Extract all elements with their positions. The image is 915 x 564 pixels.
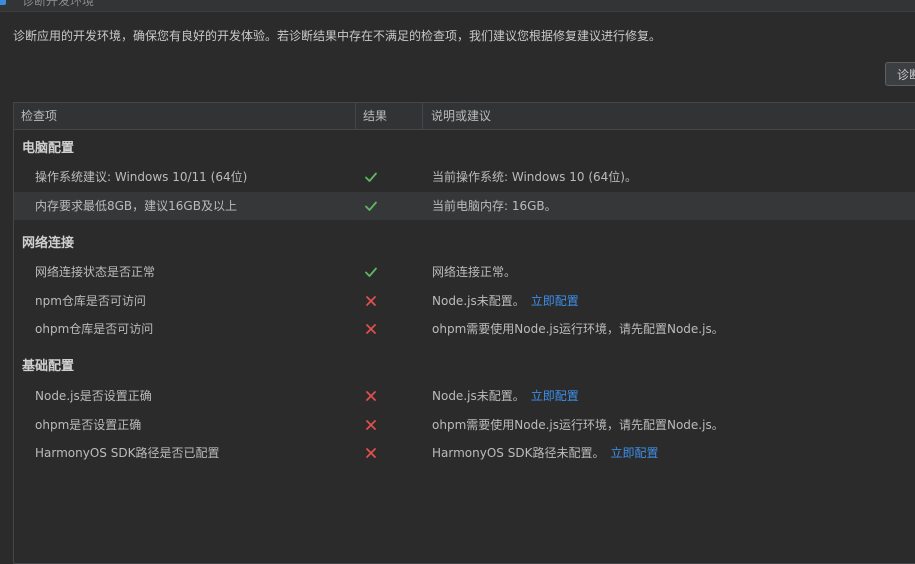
description-text: HarmonyOS SDK路径未配置。 — [432, 446, 605, 460]
result-description: ohpm需要使用Node.js运行环境，请先配置Node.js。 — [432, 411, 724, 439]
check-item-label: HarmonyOS SDK路径是否已配置 — [35, 446, 220, 460]
check-item-label: Node.js是否设置正确 — [35, 389, 152, 403]
table-row[interactable]: 网络连接状态是否正常 网络连接正常。 — [14, 258, 915, 286]
cross-icon — [364, 418, 378, 432]
diagnosis-description: 诊断应用的开发环境，确保您有良好的开发体验。若诊断结果中存在不满足的检查项，我们… — [13, 29, 662, 43]
check-item-label: 网络连接状态是否正常 — [35, 265, 156, 279]
cross-icon — [364, 322, 378, 336]
diagnosis-table: 检查项 结果 说明或建议 电脑配置操作系统建议: Windows 10/11 (… — [13, 102, 915, 564]
check-item-label: ohpm仓库是否可访问 — [35, 322, 154, 336]
app-logo-icon — [0, 0, 6, 5]
description-text: Node.js未配置。 — [432, 293, 525, 308]
check-icon — [364, 265, 378, 279]
table-row[interactable]: HarmonyOS SDK路径是否已配置 HarmonyOS SDK路径未配置。立… — [14, 439, 915, 467]
result-description: Node.js未配置。 立即配置 — [432, 287, 579, 315]
table-row[interactable]: ohpm仓库是否可访问 ohpm需要使用Node.js运行环境，请先配置Node.… — [14, 315, 915, 343]
cross-icon — [364, 389, 378, 403]
cross-icon — [364, 294, 378, 308]
result-description: 网络连接正常。 — [432, 258, 516, 286]
group-header: 基础配置 — [22, 359, 75, 374]
column-divider[interactable] — [355, 103, 356, 129]
column-divider[interactable] — [422, 103, 423, 129]
diagnose-button[interactable]: 诊断 — [885, 62, 915, 86]
column-header-item[interactable]: 检查项 — [21, 103, 57, 129]
result-description: ohpm需要使用Node.js运行环境，请先配置Node.js。 — [432, 315, 724, 343]
group-header: 网络连接 — [22, 236, 75, 251]
window-title: 诊断开发环境 — [22, 0, 95, 8]
result-description: 当前电脑内存: 16GB。 — [432, 192, 557, 220]
description-text: 当前操作系统: Windows 10 (64位)。 — [432, 170, 637, 184]
result-description: 当前操作系统: Windows 10 (64位)。 — [432, 163, 637, 191]
table-row[interactable]: 内存要求最低8GB，建议16GB及以上 当前电脑内存: 16GB。 — [14, 192, 915, 220]
table-row[interactable]: Node.js是否设置正确 Node.js未配置。 立即配置 — [14, 382, 915, 410]
check-item-label: 内存要求最低8GB，建议16GB及以上 — [35, 199, 237, 213]
table-row[interactable]: npm仓库是否可访问 Node.js未配置。 立即配置 — [14, 287, 915, 315]
title-bar: 诊断开发环境 — [0, 0, 915, 12]
table-row[interactable]: 操作系统建议: Windows 10/11 (64位) 当前操作系统: Windo… — [14, 163, 915, 191]
table-header: 检查项 结果 说明或建议 — [14, 103, 915, 130]
configure-now-link[interactable]: 立即配置 — [531, 389, 579, 403]
description-text: ohpm需要使用Node.js运行环境，请先配置Node.js。 — [432, 322, 724, 336]
description-text: ohpm需要使用Node.js运行环境，请先配置Node.js。 — [432, 417, 724, 432]
configure-now-link[interactable]: 立即配置 — [610, 446, 658, 460]
description-text: Node.js未配置。 — [432, 389, 525, 403]
group-header: 电脑配置 — [22, 141, 75, 156]
result-description: HarmonyOS SDK路径未配置。 立即配置 — [432, 439, 658, 467]
cross-icon — [364, 446, 378, 460]
column-header-description[interactable]: 说明或建议 — [431, 103, 491, 129]
check-icon — [364, 199, 378, 213]
check-item-label: npm仓库是否可访问 — [35, 293, 146, 308]
check-item-label: ohpm是否设置正确 — [35, 417, 142, 432]
column-header-result[interactable]: 结果 — [363, 103, 387, 129]
check-item-label: 操作系统建议: Windows 10/11 (64位) — [35, 170, 248, 184]
description-text: 当前电脑内存: 16GB。 — [432, 199, 557, 213]
description-text: 网络连接正常。 — [432, 265, 517, 279]
table-row[interactable]: ohpm是否设置正确 ohpm需要使用Node.js运行环境，请先配置Node.j… — [14, 411, 915, 439]
configure-now-link[interactable]: 立即配置 — [531, 294, 579, 308]
result-description: Node.js未配置。 立即配置 — [432, 382, 579, 410]
check-icon — [364, 170, 378, 184]
